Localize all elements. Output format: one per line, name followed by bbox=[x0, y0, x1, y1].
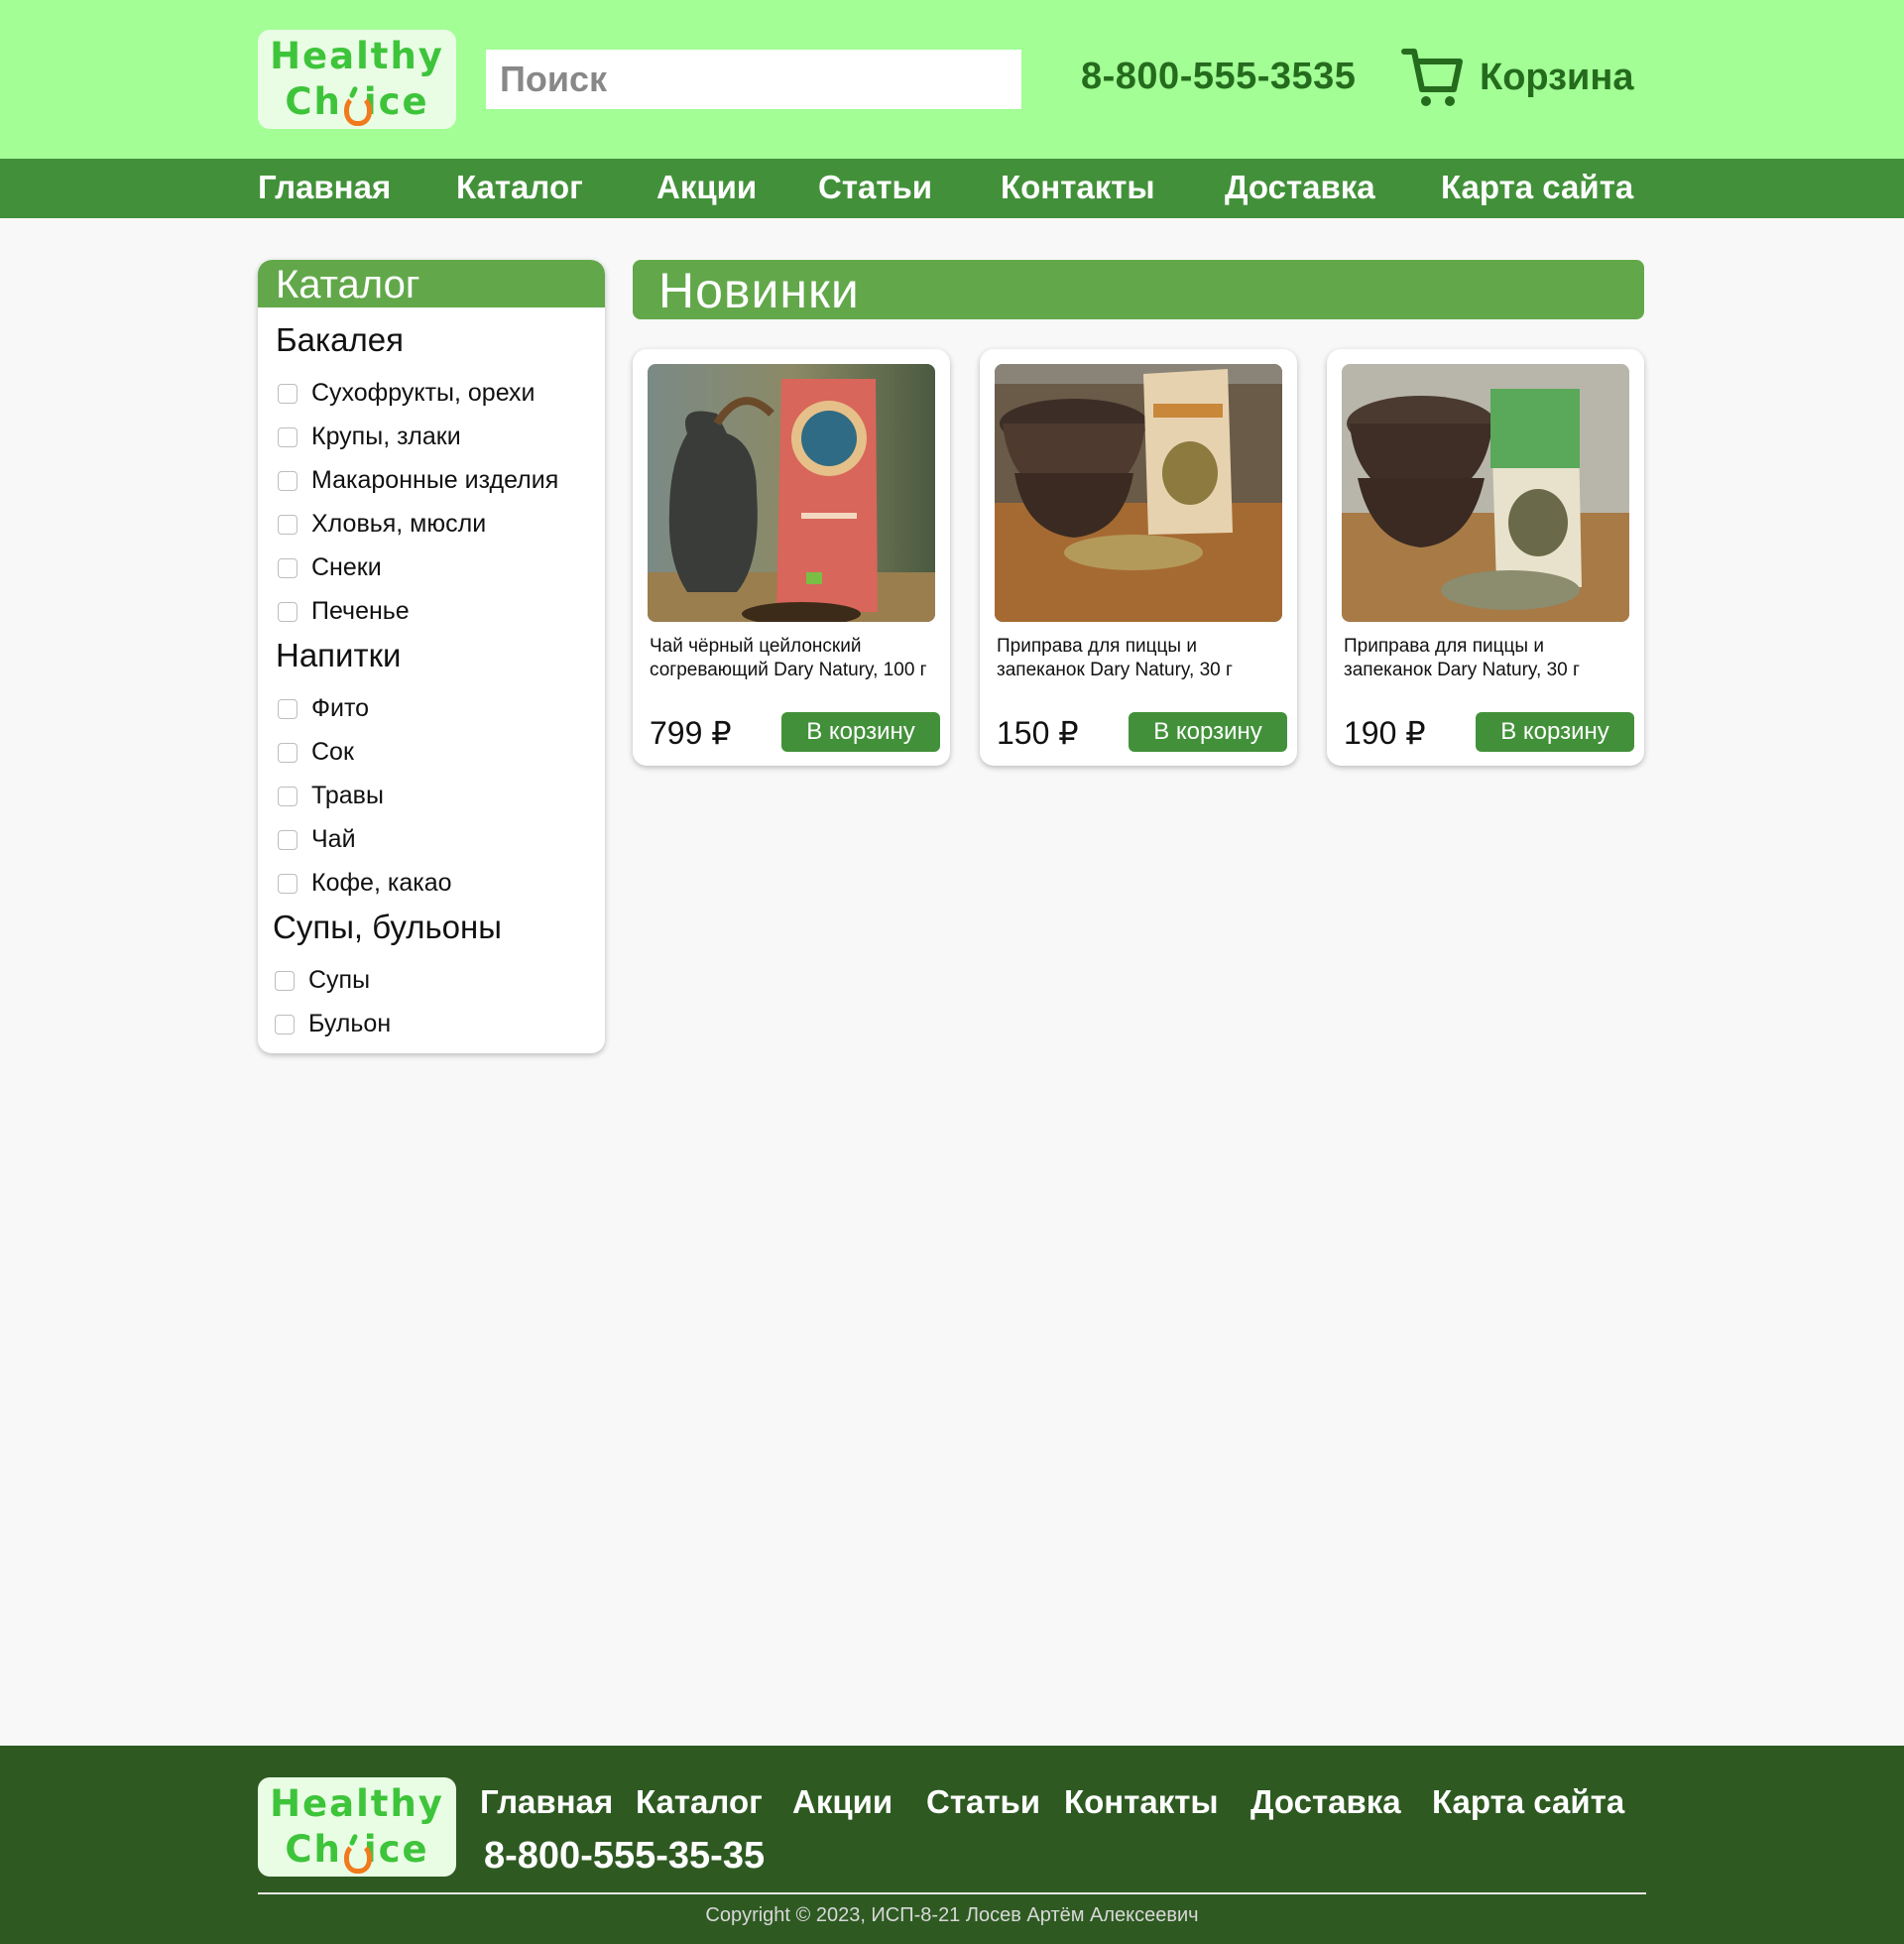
checkbox[interactable] bbox=[278, 383, 298, 404]
sidebar-title: Каталог bbox=[258, 260, 605, 307]
category-label: Фито bbox=[311, 694, 370, 722]
category-filter[interactable]: Бульон bbox=[275, 1010, 391, 1038]
category-filter[interactable]: Травы bbox=[278, 782, 384, 810]
category-group-title: Напитки bbox=[276, 637, 402, 673]
add-to-cart-button[interactable]: В корзину bbox=[1476, 712, 1634, 752]
checkbox[interactable] bbox=[278, 470, 298, 491]
product-title[interactable]: Чай чёрный цейлонский согревающий Dary N… bbox=[650, 635, 942, 682]
footer-logo[interactable]: Healthy Ch ice bbox=[258, 1777, 456, 1877]
checkbox[interactable] bbox=[278, 786, 298, 806]
checkbox[interactable] bbox=[275, 970, 295, 991]
category-label: Снеки bbox=[311, 553, 382, 581]
category-label: Хловья, мюсли bbox=[311, 510, 487, 538]
carrot-icon bbox=[342, 86, 372, 126]
checkbox[interactable] bbox=[278, 698, 298, 719]
category-filter[interactable]: Макаронные изделия bbox=[278, 466, 558, 495]
footer-nav-promotions[interactable]: Акции bbox=[792, 1783, 892, 1821]
category-filter[interactable]: Крупы, злаки bbox=[278, 423, 461, 451]
checkbox[interactable] bbox=[278, 742, 298, 763]
checkbox[interactable] bbox=[278, 601, 298, 622]
footer-divider bbox=[258, 1892, 1646, 1894]
category-filter[interactable]: Чай bbox=[278, 825, 356, 854]
add-to-cart-button[interactable]: В корзину bbox=[1129, 712, 1287, 752]
product-title[interactable]: Приправа для пиццы и запеканок Dary Natu… bbox=[1344, 635, 1636, 682]
cart-button[interactable]: Корзина bbox=[1400, 46, 1633, 109]
logo-part-b: ice bbox=[363, 1828, 429, 1871]
cart-label: Корзина bbox=[1480, 56, 1634, 98]
nav-item-home[interactable]: Главная bbox=[258, 169, 391, 206]
category-label: Чай bbox=[311, 825, 356, 853]
product-image-herbs[interactable] bbox=[1342, 364, 1629, 622]
carrot-icon bbox=[342, 1834, 372, 1874]
category-label: Бульон bbox=[308, 1010, 392, 1037]
search-input[interactable]: Поиск bbox=[486, 50, 1021, 109]
category-filter[interactable]: Хловья, мюсли bbox=[278, 510, 486, 539]
product-image-seasoning[interactable] bbox=[995, 364, 1282, 622]
category-label: Макаронные изделия bbox=[311, 466, 559, 494]
catalog-sidebar: Каталог Бакалея Сухофрукты, орехи Крупы,… bbox=[258, 260, 605, 1053]
product-card[interactable]: Приправа для пиццы и запеканок Dary Natu… bbox=[1327, 349, 1644, 766]
site-header: Healthy Ch ice Поиск 8-800-555-3535 Корзи… bbox=[0, 0, 1904, 159]
nav-item-contacts[interactable]: Контакты bbox=[1001, 169, 1155, 206]
header-phone[interactable]: 8-800-555-3535 bbox=[1081, 56, 1356, 98]
checkbox[interactable] bbox=[278, 426, 298, 447]
logo-part-a: Ch bbox=[285, 80, 342, 123]
logo-line-2: Ch ice bbox=[285, 1827, 429, 1874]
footer-phone[interactable]: 8-800-555-35-35 bbox=[484, 1835, 765, 1878]
category-label: Травы bbox=[311, 782, 384, 809]
nav-item-promotions[interactable]: Акции bbox=[656, 169, 757, 206]
category-filter[interactable]: Кофе, какао bbox=[278, 869, 452, 898]
nav-item-articles[interactable]: Статьи bbox=[818, 169, 932, 206]
main-nav: Главная Каталог Акции Статьи Контакты До… bbox=[0, 159, 1904, 218]
cart-icon bbox=[1401, 49, 1463, 106]
category-label: Крупы, злаки bbox=[311, 423, 461, 450]
add-to-cart-button[interactable]: В корзину bbox=[781, 712, 940, 752]
category-filter[interactable]: Сок bbox=[278, 738, 354, 767]
footer-nav-catalog[interactable]: Каталог bbox=[636, 1783, 763, 1821]
category-label: Кофе, какао bbox=[311, 869, 452, 897]
checkbox[interactable] bbox=[278, 514, 298, 535]
category-label: Сок bbox=[311, 738, 354, 766]
logo-line-2: Ch ice bbox=[285, 79, 429, 126]
product-price: 799 ₽ bbox=[650, 715, 732, 751]
checkbox[interactable] bbox=[275, 1014, 295, 1034]
checkbox[interactable] bbox=[278, 829, 298, 850]
category-filter[interactable]: Сухофрукты, орехи bbox=[278, 379, 536, 408]
category-filter[interactable]: Печенье bbox=[278, 597, 410, 626]
footer-nav-sitemap[interactable]: Карта сайта bbox=[1432, 1783, 1624, 1821]
checkbox[interactable] bbox=[278, 557, 298, 578]
logo-line-1: Healthy bbox=[270, 1782, 444, 1825]
nav-item-sitemap[interactable]: Карта сайта bbox=[1441, 169, 1633, 206]
copyright: Copyright © 2023, ИСП-8-21 Лосев Артём А… bbox=[705, 1904, 1199, 1926]
nav-item-delivery[interactable]: Доставка bbox=[1225, 169, 1375, 206]
category-group-title: Супы, бульоны bbox=[273, 909, 502, 945]
category-filter[interactable]: Супы bbox=[275, 966, 370, 995]
footer-nav-contacts[interactable]: Контакты bbox=[1064, 1783, 1219, 1821]
logo-part-a: Ch bbox=[285, 1828, 342, 1871]
logo-part-b: ice bbox=[363, 80, 429, 123]
product-price: 150 ₽ bbox=[997, 715, 1079, 751]
footer-nav-home[interactable]: Главная bbox=[480, 1783, 613, 1821]
footer-nav-articles[interactable]: Статьи bbox=[926, 1783, 1040, 1821]
product-title[interactable]: Приправа для пиццы и запеканок Dary Natu… bbox=[997, 635, 1289, 682]
site-logo[interactable]: Healthy Ch ice bbox=[258, 30, 456, 129]
product-card[interactable]: Чай чёрный цейлонский согревающий Dary N… bbox=[633, 349, 950, 766]
category-filter[interactable]: Снеки bbox=[278, 553, 382, 582]
product-image-coffee[interactable] bbox=[648, 364, 935, 622]
nav-item-catalog[interactable]: Каталог bbox=[456, 169, 583, 206]
logo-line-1: Healthy bbox=[270, 35, 444, 77]
product-price: 190 ₽ bbox=[1344, 715, 1426, 751]
category-label: Сухофрукты, орехи bbox=[311, 379, 536, 407]
category-label: Печенье bbox=[311, 597, 410, 625]
category-group-title: Бакалея bbox=[276, 321, 405, 358]
product-card[interactable]: Приправа для пиццы и запеканок Dary Natu… bbox=[980, 349, 1297, 766]
checkbox[interactable] bbox=[278, 873, 298, 894]
site-footer: Healthy Ch ice Главная Каталог Акции Стат… bbox=[0, 1746, 1904, 1944]
category-filter[interactable]: Фито bbox=[278, 694, 369, 723]
new-products-title: Новинки bbox=[633, 260, 1644, 319]
footer-nav-delivery[interactable]: Доставка bbox=[1250, 1783, 1401, 1821]
search-placeholder: Поиск bbox=[500, 59, 608, 99]
category-label: Супы bbox=[308, 966, 371, 994]
